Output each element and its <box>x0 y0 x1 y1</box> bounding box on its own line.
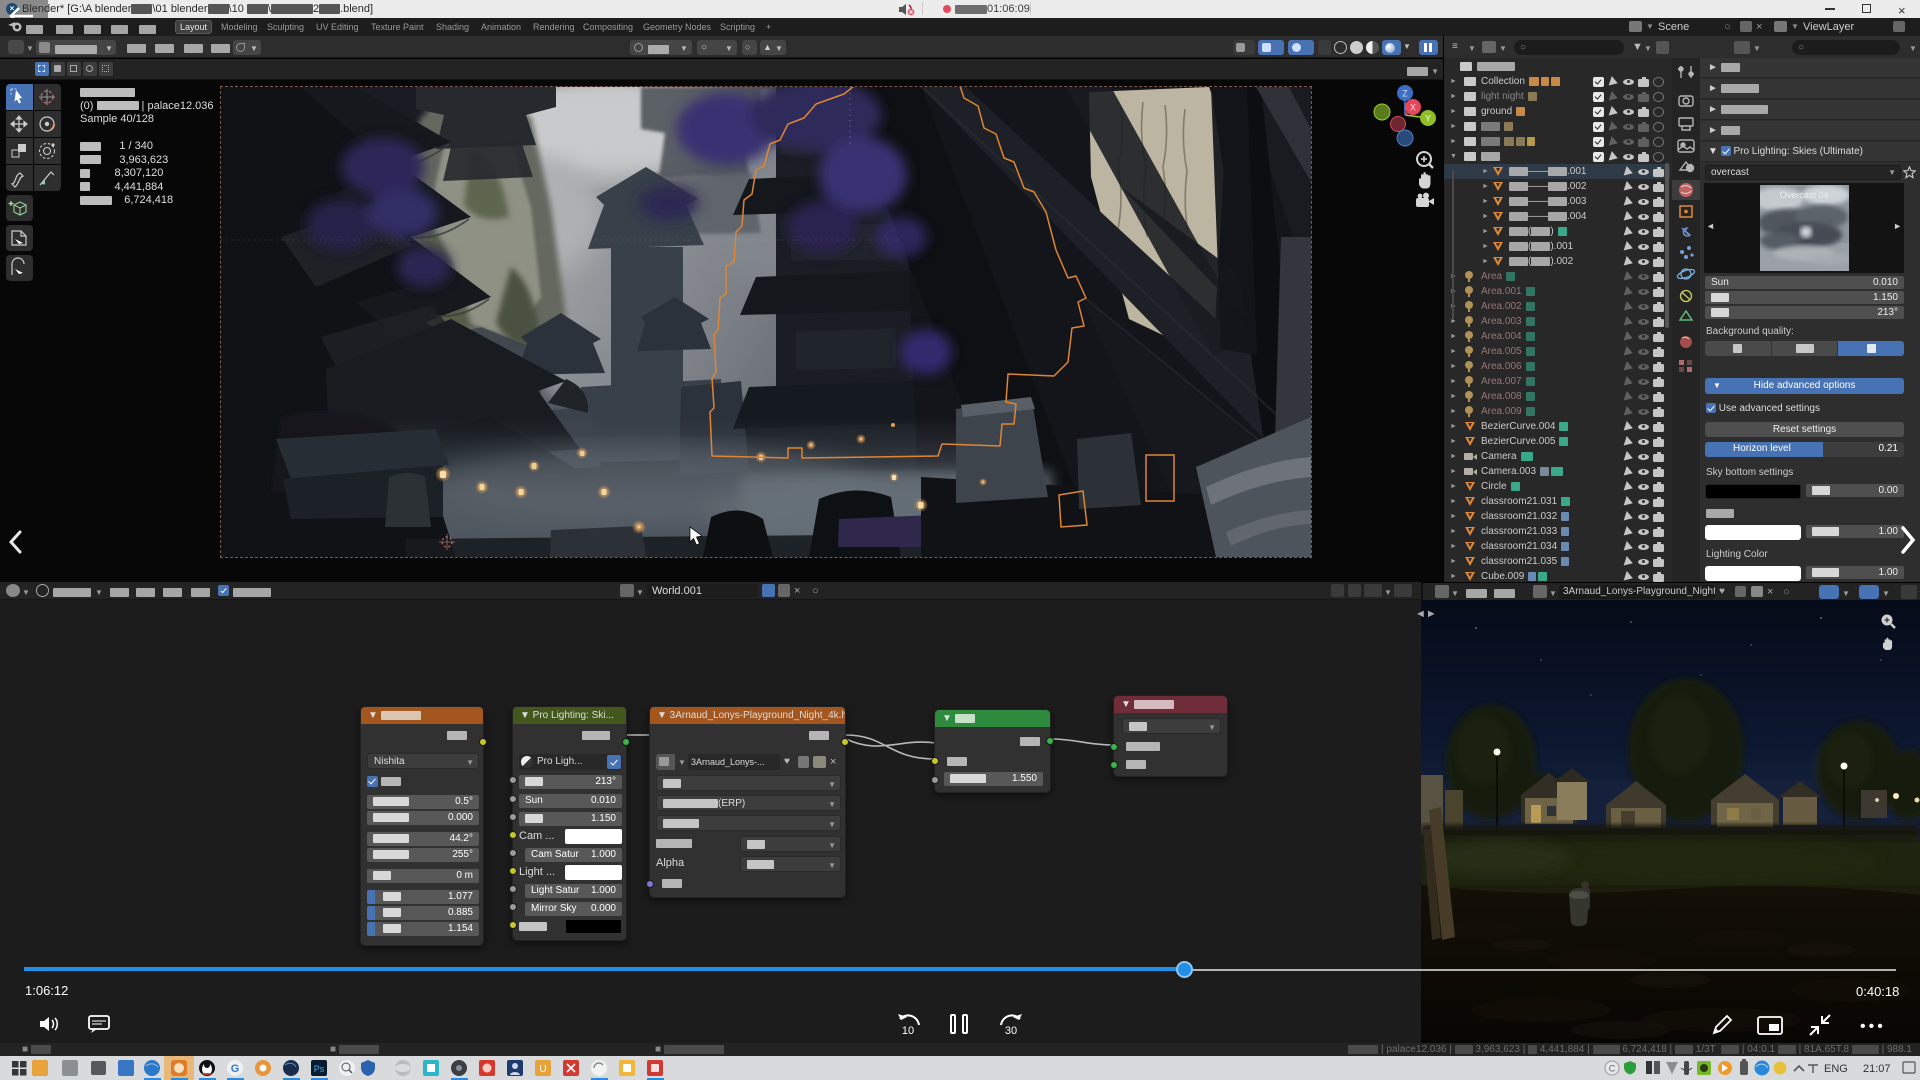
svg-text:C: C <box>1609 1064 1616 1074</box>
svg-text:21:07: 21:07 <box>1863 1063 1891 1075</box>
svg-text:Z: Z <box>1402 89 1408 99</box>
svg-text:Y: Y <box>1425 114 1431 124</box>
svg-text:10: 10 <box>902 1025 914 1037</box>
svg-text:U: U <box>539 1064 546 1075</box>
svg-text:X: X <box>1410 103 1416 113</box>
svg-text:30: 30 <box>1005 1025 1017 1037</box>
svg-text:ENG: ENG <box>1824 1063 1848 1075</box>
svg-text:G: G <box>231 1063 240 1075</box>
svg-text:Overcast 04: Overcast 04 <box>1780 190 1829 200</box>
svg-text:Ps: Ps <box>314 1064 325 1074</box>
